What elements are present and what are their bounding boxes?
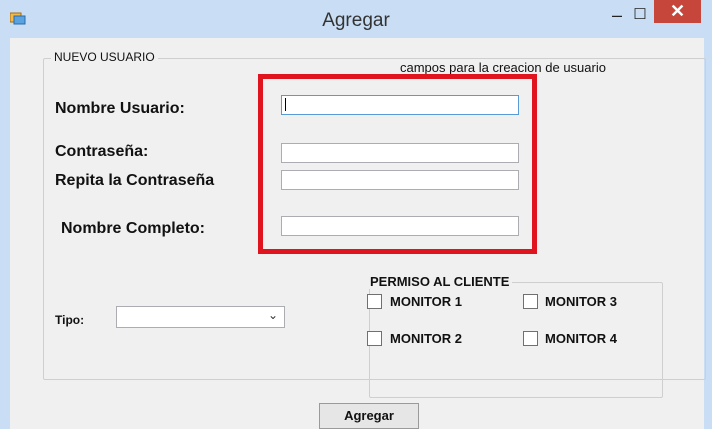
permissions-legend: PERMISO AL CLIENTE bbox=[367, 274, 513, 289]
fullname-label: Nombre Completo: bbox=[61, 220, 205, 237]
username-label: Nombre Usuario: bbox=[55, 100, 185, 117]
monitor3-label: MONITOR 3 bbox=[545, 294, 617, 309]
monitor2-label: MONITOR 2 bbox=[390, 331, 462, 346]
monitor1-checkbox[interactable] bbox=[367, 294, 382, 309]
tipo-select[interactable]: ⌄ bbox=[116, 306, 285, 328]
close-button[interactable]: ✕ bbox=[654, 0, 701, 23]
fields-note: campos para la creacion de usuario bbox=[400, 60, 606, 75]
repeat-password-label: Repita la Contraseña bbox=[55, 172, 215, 189]
highlight-annotation-box bbox=[258, 74, 537, 254]
new-user-legend: NUEVO USUARIO bbox=[51, 50, 158, 64]
monitor4-checkbox[interactable] bbox=[523, 331, 538, 346]
monitor1-label: MONITOR 1 bbox=[390, 294, 462, 309]
title-bar[interactable]: Agregar – ☐ ✕ bbox=[0, 0, 712, 38]
monitor4-label: MONITOR 4 bbox=[545, 331, 617, 346]
monitor2-checkbox[interactable] bbox=[367, 331, 382, 346]
monitor3-checkbox[interactable] bbox=[523, 294, 538, 309]
maximize-button[interactable]: ☐ bbox=[626, 2, 654, 28]
agregar-button[interactable]: Agregar bbox=[319, 403, 419, 429]
agregar-window: Agregar – ☐ ✕ NUEVO USUARIO campos para … bbox=[0, 0, 712, 429]
tipo-label: Tipo: bbox=[55, 313, 85, 327]
password-label: Contraseña: bbox=[55, 143, 149, 160]
chevron-down-icon[interactable]: ⌄ bbox=[268, 308, 278, 322]
